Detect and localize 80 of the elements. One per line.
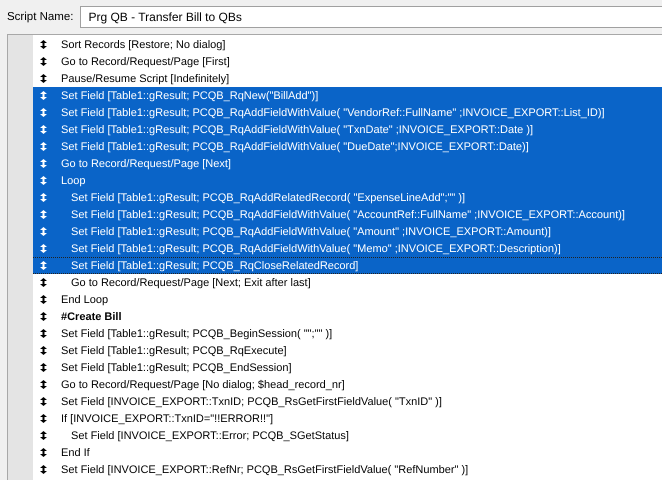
step-text: Set Field [Table1::gResult; PCQB_RqAddFieldWithValue( "VendorRef::FullName" ;INVOICE_EXPORT::List_ID)]: [61, 106, 605, 118]
step-text: Pause/Resume Script [Indefinitely]: [61, 72, 230, 84]
step-text: If [INVOICE_EXPORT::TxnID="!!ERROR!!"]: [61, 412, 274, 424]
script-step[interactable]: Set Field [Table1::gResult; PCQB_RqAddFieldWithValue( "TxnDate" ;INVOICE_EXPORT::Date )]: [33, 121, 662, 138]
drag-handle-icon[interactable]: [40, 312, 47, 321]
drag-handle-icon[interactable]: [40, 465, 47, 474]
script-step[interactable]: Go to Record/Request/Page [Next; Exit after last]: [33, 274, 662, 291]
drag-handle-icon[interactable]: [40, 329, 47, 338]
script-step[interactable]: Set Field [Table1::gResult; PCQB_RqAddFieldWithValue( "Memo" ;INVOICE_EXPORT::Description)]: [33, 240, 662, 257]
drag-handle-icon[interactable]: [40, 125, 47, 134]
script-step[interactable]: Set Field [Table1::gResult; PCQB_RqAddFieldWithValue( "AccountRef::FullName" ;INVOICE_EXPORT::Account)]: [33, 206, 662, 223]
drag-handle-icon[interactable]: [40, 346, 47, 355]
drag-handle-icon[interactable]: [40, 57, 47, 66]
script-step[interactable]: Set Field [Table1::gResult; PCQB_RqAddFieldWithValue( "VendorRef::FullName" ;INVOICE_EXPORT::List_ID)]: [33, 104, 662, 121]
step-text: Go to Record/Request/Page [First]: [61, 56, 230, 68]
drag-handle-icon[interactable]: [40, 176, 47, 185]
step-text: Set Field [Table1::gResult; PCQB_RqAddFieldWithValue( "Amount" ;INVOICE_EXPORT::Amount)]: [71, 226, 551, 238]
drag-handle-icon[interactable]: [40, 40, 47, 49]
step-text: Set Field [Table1::gResult; PCQB_RqAddFieldWithValue( "Memo" ;INVOICE_EXPORT::Description)]: [71, 242, 561, 254]
drag-handle-icon[interactable]: [40, 108, 47, 117]
drag-handle-icon[interactable]: [40, 261, 47, 270]
drag-handle-icon[interactable]: [40, 448, 47, 457]
script-step[interactable]: Loop: [33, 172, 662, 189]
drag-handle-icon[interactable]: [40, 397, 47, 406]
step-text: Sort Records [Restore; No dialog]: [61, 38, 226, 50]
drag-handle-icon[interactable]: [40, 74, 47, 83]
step-text: Set Field [Table1::gResult; PCQB_RqAddFieldWithValue( "DueDate";INVOICE_EXPORT::Date)]: [61, 140, 529, 152]
script-step[interactable]: #Create Bill: [33, 308, 662, 325]
script-step[interactable]: Go to Record/Request/Page [Next]: [33, 155, 662, 172]
drag-handle-icon[interactable]: [40, 414, 47, 423]
comment-text: #Create Bill: [61, 310, 122, 322]
script-step[interactable]: End Loop: [33, 291, 662, 308]
drag-handle-icon[interactable]: [40, 159, 47, 168]
drag-handle-icon[interactable]: [40, 91, 47, 100]
drag-handle-icon[interactable]: [40, 227, 47, 236]
drag-handle-icon[interactable]: [40, 295, 47, 304]
script-name-field[interactable]: Prg QB - Transfer Bill to QBs: [80, 6, 662, 28]
step-text: Set Field [Table1::gResult; PCQB_RqAddRelatedRecord( "ExpenseLineAdd";"" )]: [71, 192, 466, 204]
step-text: Set Field [INVOICE_EXPORT::TxnID; PCQB_RsGetFirstFieldValue( "TxnID" )]: [61, 396, 442, 408]
step-text: Set Field [INVOICE_EXPORT::Error; PCQB_SGetStatus]: [71, 430, 349, 442]
script-step[interactable]: Set Field [Table1::gResult; PCQB_RqCloseRelatedRecord]: [33, 257, 662, 274]
step-text: Set Field [Table1::gResult; PCQB_EndSession]: [61, 362, 292, 374]
script-step[interactable]: Set Field [Table1::gResult; PCQB_BeginSession( "";"" )]: [33, 325, 662, 342]
script-name-label: Script Name:: [7, 11, 74, 23]
drag-handle-icon[interactable]: [40, 142, 47, 151]
script-step[interactable]: Go to Record/Request/Page [No dialog; $head_record_nr]: [33, 376, 662, 393]
step-text: Go to Record/Request/Page [Next]: [61, 158, 231, 170]
script-step[interactable]: Set Field [Table1::gResult; PCQB_RqAddFieldWithValue( "Amount" ;INVOICE_EXPORT::Amount)]: [33, 223, 662, 240]
step-text: End Loop: [61, 294, 108, 306]
step-text: Set Field [Table1::gResult; PCQB_RqNew("BillAdd")]: [61, 90, 318, 102]
drag-handle-icon[interactable]: [40, 244, 47, 253]
step-text: Set Field [Table1::gResult; PCQB_RqCloseRelatedRecord]: [71, 260, 358, 272]
script-step[interactable]: End If: [33, 444, 662, 461]
script-step[interactable]: Set Field [Table1::gResult; PCQB_RqAddFieldWithValue( "DueDate";INVOICE_EXPORT::Date)]: [33, 138, 662, 155]
drag-handle-icon[interactable]: [40, 193, 47, 202]
script-step[interactable]: Set Field [Table1::gResult; PCQB_RqAddRelatedRecord( "ExpenseLineAdd";"" )]: [33, 189, 662, 206]
drag-handle-icon[interactable]: [40, 278, 47, 287]
script-step[interactable]: Pause/Resume Script [Indefinitely]: [33, 70, 662, 87]
script-step[interactable]: Set Field [Table1::gResult; PCQB_RqNew("BillAdd")]: [33, 87, 662, 104]
script-step[interactable]: Set Field [INVOICE_EXPORT::RefNr; PCQB_RsGetFirstFieldValue( "RefNumber" )]: [33, 461, 662, 478]
step-text: End If: [61, 446, 90, 458]
script-step[interactable]: Set Field [INVOICE_EXPORT::TxnID; PCQB_RsGetFirstFieldValue( "TxnID" )]: [33, 393, 662, 410]
script-step[interactable]: Set Field [Table1::gResult; PCQB_RqExecute]: [33, 342, 662, 359]
step-text: Loop: [61, 174, 86, 186]
step-text: Set Field [INVOICE_EXPORT::RefNr; PCQB_RsGetFirstFieldValue( "RefNumber" )]: [61, 464, 468, 476]
script-step[interactable]: Set Field [Table1::gResult; PCQB_EndSession]: [33, 359, 662, 376]
drag-handle-icon[interactable]: [40, 380, 47, 389]
drag-handle-icon[interactable]: [40, 363, 47, 372]
step-text: Go to Record/Request/Page [No dialog; $head_record_nr]: [61, 378, 345, 390]
script-step[interactable]: Go to Record/Request/Page [First]: [33, 53, 662, 70]
drag-handle-icon[interactable]: [40, 431, 47, 440]
script-step[interactable]: Set Field [INVOICE_EXPORT::Error; PCQB_SGetStatus]: [33, 427, 662, 444]
step-text: Set Field [Table1::gResult; PCQB_BeginSession( "";"" )]: [61, 328, 332, 340]
step-text: Go to Record/Request/Page [Next; Exit after last]: [71, 276, 311, 288]
script-step[interactable]: Sort Records [Restore; No dialog]: [33, 36, 662, 53]
step-text: Set Field [Table1::gResult; PCQB_RqAddFieldWithValue( "AccountRef::FullName" ;INVOICE_EXPORT::Account)]: [71, 208, 625, 220]
script-step[interactable]: If [INVOICE_EXPORT::TxnID="!!ERROR!!"]: [33, 410, 662, 427]
step-text: Set Field [Table1::gResult; PCQB_RqExecute]: [61, 344, 287, 356]
drag-handle-icon[interactable]: [40, 210, 47, 219]
step-text: Set Field [Table1::gResult; PCQB_RqAddFieldWithValue( "TxnDate" ;INVOICE_EXPORT::Date )]: [61, 124, 534, 136]
